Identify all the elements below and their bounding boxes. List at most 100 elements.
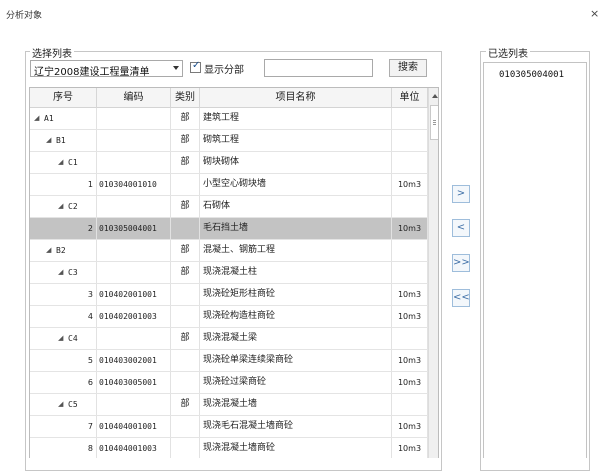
seq-cell: 4 bbox=[30, 306, 97, 327]
table-row[interactable]: 5 010403002001 现浇砼单梁连续梁商砼 10m3 bbox=[30, 350, 428, 372]
row-number: 2 bbox=[87, 224, 93, 233]
remove-all-button[interactable]: << bbox=[452, 289, 470, 307]
tree-collapse-icon[interactable]: ◢ bbox=[58, 262, 63, 283]
table-row[interactable]: ◢ B1 部砌筑工程 bbox=[30, 130, 428, 152]
selected-list-legend: 已选列表 bbox=[486, 45, 530, 60]
category-cell: 部 bbox=[171, 262, 200, 283]
code-cell: 010403002001 bbox=[97, 350, 171, 371]
column-header-category[interactable]: 类别 bbox=[171, 88, 200, 108]
code-cell: 010404001001 bbox=[97, 416, 171, 437]
unit-cell: 10m3 bbox=[392, 174, 428, 195]
tree-node-label: A1 bbox=[44, 114, 54, 123]
row-number: 6 bbox=[87, 378, 93, 387]
add-all-button[interactable]: >> bbox=[452, 254, 470, 272]
category-cell: 部 bbox=[171, 108, 200, 129]
tree-collapse-icon[interactable]: ◢ bbox=[34, 108, 39, 129]
name-cell: 混凝土、钢筋工程 bbox=[200, 240, 392, 261]
scroll-up-icon[interactable] bbox=[432, 94, 438, 98]
category-cell: 部 bbox=[171, 394, 200, 415]
seq-cell: ◢ C2 bbox=[30, 196, 97, 217]
column-header-name[interactable]: 项目名称 bbox=[200, 88, 392, 108]
name-cell: 石砌体 bbox=[200, 196, 392, 217]
row-number: 1 bbox=[87, 180, 93, 189]
name-cell: 毛石挡土墙 bbox=[200, 218, 392, 239]
tree-node-label: C4 bbox=[68, 334, 78, 343]
tree-node-label: C1 bbox=[68, 158, 78, 167]
seq-cell: ◢ C1 bbox=[30, 152, 97, 173]
code-cell: 010304001010 bbox=[97, 174, 171, 195]
tree-collapse-icon[interactable]: ◢ bbox=[46, 130, 51, 151]
tree-node-label: C5 bbox=[68, 400, 78, 409]
table-row[interactable]: ◢ C4 部现浇混凝土梁 bbox=[30, 328, 428, 350]
table-row[interactable]: 8 010404001003 现浇混凝土墙商砼 10m3 bbox=[30, 438, 428, 458]
name-cell: 建筑工程 bbox=[200, 108, 392, 129]
unit-cell bbox=[392, 394, 428, 415]
seq-cell: 8 bbox=[30, 438, 97, 458]
category-cell: 部 bbox=[171, 130, 200, 151]
chevron-down-icon[interactable] bbox=[173, 66, 179, 70]
seq-cell: ◢ A1 bbox=[30, 108, 97, 129]
table-row[interactable]: ◢ A1 部建筑工程 bbox=[30, 108, 428, 130]
column-header-code[interactable]: 编码 bbox=[97, 88, 171, 108]
table-row[interactable]: ◢ C1 部砌块砌体 bbox=[30, 152, 428, 174]
selected-list-item[interactable]: 010305004001 bbox=[499, 70, 564, 80]
seq-cell: 3 bbox=[30, 284, 97, 305]
vertical-scrollbar[interactable] bbox=[428, 88, 438, 458]
checkmark-icon: ✓ bbox=[192, 60, 201, 71]
selected-list[interactable]: 010305004001 bbox=[483, 62, 587, 458]
table-row[interactable]: 6 010403005001 现浇砼过梁商砼 10m3 bbox=[30, 372, 428, 394]
seq-cell: 2 bbox=[30, 218, 97, 239]
table-row[interactable]: ◢ C3 部现浇混凝土柱 bbox=[30, 262, 428, 284]
name-cell: 现浇砼单梁连续梁商砼 bbox=[200, 350, 392, 371]
tree-node-label: C3 bbox=[68, 268, 78, 277]
code-cell bbox=[97, 108, 171, 129]
seq-cell: 5 bbox=[30, 350, 97, 371]
table-row[interactable]: ◢ B2 部混凝土、钢筋工程 bbox=[30, 240, 428, 262]
name-cell: 现浇混凝土墙 bbox=[200, 394, 392, 415]
row-number: 7 bbox=[87, 422, 93, 431]
table-header: 序号 编码 类别 项目名称 单位 bbox=[30, 88, 428, 108]
scroll-thumb[interactable] bbox=[430, 105, 438, 140]
table-row[interactable]: 2 010305004001 毛石挡土墙 10m3 bbox=[30, 218, 428, 240]
code-cell: 010402001001 bbox=[97, 284, 171, 305]
code-cell bbox=[97, 130, 171, 151]
add-selected-button[interactable]: > bbox=[452, 185, 470, 203]
name-cell: 砌筑工程 bbox=[200, 130, 392, 151]
tree-collapse-icon[interactable]: ◢ bbox=[46, 240, 51, 261]
table-row[interactable]: ◢ C5 部现浇混凝土墙 bbox=[30, 394, 428, 416]
seq-cell: ◢ B1 bbox=[30, 130, 97, 151]
tree-node-label: C2 bbox=[68, 202, 78, 211]
tree-collapse-icon[interactable]: ◢ bbox=[58, 152, 63, 173]
seq-cell: 7 bbox=[30, 416, 97, 437]
tree-node-label: B1 bbox=[56, 136, 66, 145]
table-row[interactable]: 3 010402001001 现浇砼矩形柱商砼 10m3 bbox=[30, 284, 428, 306]
code-cell bbox=[97, 240, 171, 261]
unit-cell bbox=[392, 130, 428, 151]
tree-collapse-icon[interactable]: ◢ bbox=[58, 394, 63, 415]
category-cell: 部 bbox=[171, 196, 200, 217]
category-cell: 部 bbox=[171, 328, 200, 349]
remove-selected-button[interactable]: < bbox=[452, 219, 470, 237]
row-number: 4 bbox=[87, 312, 93, 321]
seq-cell: ◢ B2 bbox=[30, 240, 97, 261]
code-cell: 010305004001 bbox=[97, 218, 171, 239]
table-row[interactable]: 1 010304001010 小型空心砌块墙 10m3 bbox=[30, 174, 428, 196]
table-row[interactable]: ◢ C2 部石砌体 bbox=[30, 196, 428, 218]
tree-collapse-icon[interactable]: ◢ bbox=[58, 328, 63, 349]
name-cell: 现浇毛石混凝土墙商砼 bbox=[200, 416, 392, 437]
search-button[interactable]: 搜索 bbox=[389, 59, 427, 77]
column-header-seq[interactable]: 序号 bbox=[30, 88, 97, 108]
show-sections-checkbox[interactable]: ✓ bbox=[190, 60, 201, 73]
code-cell: 010403005001 bbox=[97, 372, 171, 393]
library-dropdown[interactable]: 辽宁2008建设工程量清单 bbox=[30, 60, 183, 78]
table-row[interactable]: 7 010404001001 现浇毛石混凝土墙商砼 10m3 bbox=[30, 416, 428, 438]
code-cell bbox=[97, 328, 171, 349]
search-input[interactable] bbox=[264, 59, 373, 77]
unit-cell bbox=[392, 108, 428, 129]
window-title: 分析对象 bbox=[6, 11, 43, 21]
column-header-unit[interactable]: 单位 bbox=[392, 88, 428, 108]
close-icon[interactable]: × bbox=[590, 8, 599, 19]
seq-cell: ◢ C5 bbox=[30, 394, 97, 415]
table-row[interactable]: 4 010402001003 现浇砼构造柱商砼 10m3 bbox=[30, 306, 428, 328]
tree-collapse-icon[interactable]: ◢ bbox=[58, 196, 63, 217]
